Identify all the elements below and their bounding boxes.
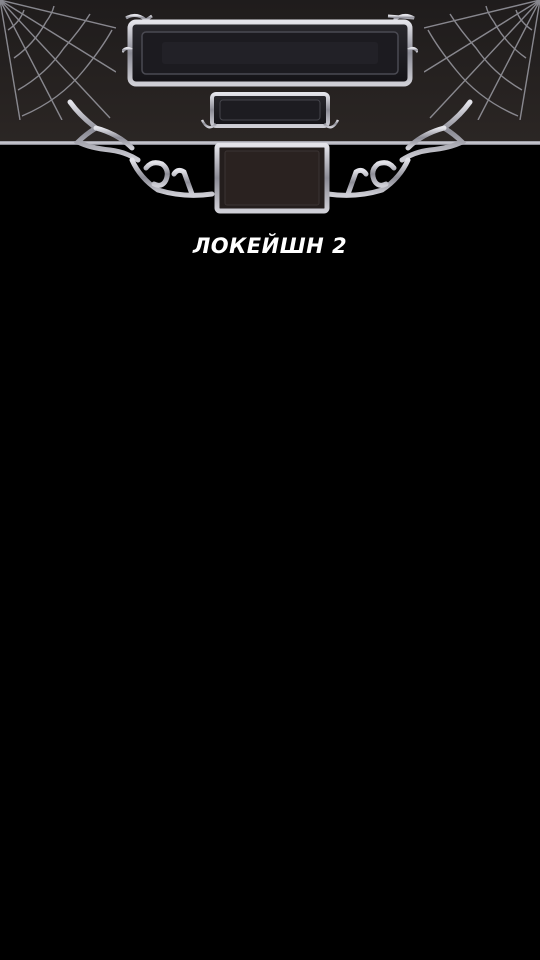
center-slot-frame <box>214 143 330 214</box>
game-screen: ЛОКЕЙШН 2 <box>0 0 540 960</box>
ornament-left-icon <box>67 99 215 201</box>
location-title: ЛОКЕЙШН 2 <box>192 234 348 258</box>
subtitle-plate <box>200 92 340 129</box>
title-plate <box>122 13 418 87</box>
ornament-right-icon <box>325 99 473 201</box>
